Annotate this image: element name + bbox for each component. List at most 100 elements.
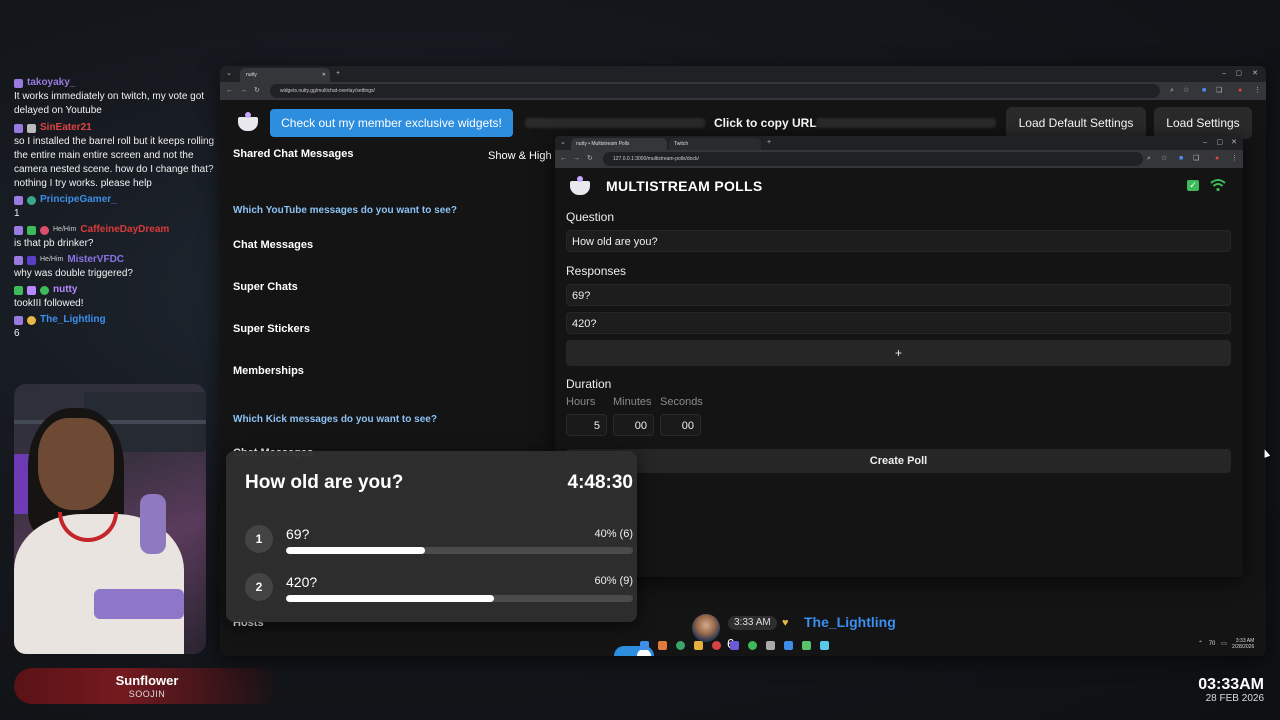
tray-chevron-icon[interactable]: ⌃ <box>1198 641 1203 647</box>
tab-title: Twitch <box>674 141 689 147</box>
extension-icon[interactable]: ■ <box>1202 87 1206 95</box>
vscode-icon[interactable] <box>784 641 793 650</box>
address-bar[interactable]: widgets.nutty.gg/multichat-overlay/setti… <box>270 84 1160 98</box>
app-icon[interactable] <box>712 641 721 650</box>
tab-title: nutty <box>246 72 257 78</box>
response-input-2[interactable]: 420? <box>566 312 1231 334</box>
browser-toolbar: ← → ↻ widgets.nutty.gg/multichat-overlay… <box>220 82 1266 100</box>
minutes-label: Minutes <box>613 396 652 408</box>
extensions-icon[interactable]: ❏ <box>1193 155 1199 163</box>
bookmark-star-icon[interactable]: ☆ <box>1183 87 1189 95</box>
taskbar-date: 2/28/2026 <box>1232 644 1255 650</box>
forward-icon[interactable]: → <box>573 155 580 163</box>
poll-question: How old are you? <box>245 472 404 493</box>
clock-time: 03:33AM <box>1198 676 1264 693</box>
mic-badge-icon <box>27 285 36 295</box>
heart-badge-icon <box>27 315 36 325</box>
minimize-icon[interactable]: – <box>1203 139 1207 147</box>
app-icon[interactable] <box>730 641 739 650</box>
new-tab-icon[interactable]: + <box>767 139 771 147</box>
seconds-input[interactable]: 00 <box>660 414 701 436</box>
zoom-icon[interactable]: ⌕ <box>1170 87 1174 95</box>
stream-chat: takoyaky_ It works immediately on twitch… <box>14 76 220 343</box>
blurred-url <box>816 118 996 128</box>
tab-strip: ⌄ nutty • Multistream Polls Twitch + – ▢… <box>555 136 1243 150</box>
maximize-icon[interactable]: ▢ <box>1216 139 1223 147</box>
close-window-icon[interactable]: ✕ <box>1252 70 1258 78</box>
app-icon[interactable] <box>658 641 667 650</box>
tray-display-icon[interactable]: ▭ <box>1221 641 1227 647</box>
tab-nutty[interactable]: nutty ✕ <box>240 68 330 82</box>
mouse-cursor <box>1261 448 1271 458</box>
badge-icon <box>27 255 36 265</box>
app-icon[interactable] <box>820 641 829 650</box>
twitch-badge-icon <box>14 315 23 325</box>
zoom-icon[interactable]: ⌕ <box>1147 155 1151 163</box>
address-bar[interactable]: 127.0.0.1:3000/multistream-polls/dock/ <box>603 152 1143 166</box>
poll-overlay: How old are you? 4:48:30 1 69? 40% (6) 2… <box>226 451 637 622</box>
chat-username: nutty <box>53 284 78 295</box>
chat-text: It works immediately on twitch, my vote … <box>14 91 205 116</box>
chat-username: CaffeineDayDream <box>80 224 170 235</box>
chat-message: takoyaky_ It works immediately on twitch… <box>14 76 220 118</box>
member-widgets-button[interactable]: Check out my member exclusive widgets! <box>270 109 513 137</box>
reload-icon[interactable]: ↻ <box>254 87 260 95</box>
chat-message: nutty tookIII followed! <box>14 283 220 311</box>
menu-icon[interactable]: ⋮ <box>1254 87 1261 95</box>
nutty-logo-icon <box>238 112 258 131</box>
tab-title: nutty • Multistream Polls <box>576 141 630 147</box>
folder-icon[interactable] <box>694 641 703 650</box>
kick-badge-icon <box>14 285 23 295</box>
tab-twitch[interactable]: Twitch <box>669 138 761 150</box>
chat-text: 6 <box>14 328 20 339</box>
pronoun-tag: He/Him <box>53 226 77 233</box>
hours-input[interactable]: 5 <box>566 414 607 436</box>
forward-icon[interactable]: → <box>240 87 247 95</box>
new-tab-icon[interactable]: + <box>336 70 340 78</box>
maximize-icon[interactable]: ▢ <box>1235 70 1242 78</box>
profile-icon[interactable]: ● <box>1215 155 1219 163</box>
taskbar-apps <box>640 640 860 652</box>
profile-icon[interactable]: ● <box>1238 87 1242 95</box>
create-poll-button[interactable]: Create Poll <box>566 449 1231 473</box>
chat-text: is that pb drinker? <box>14 238 94 249</box>
response-input-1[interactable]: 69? <box>566 284 1231 306</box>
reload-icon[interactable]: ↻ <box>587 155 593 163</box>
question-input[interactable]: How old are you? <box>566 230 1231 252</box>
app-icon[interactable] <box>802 641 811 650</box>
load-settings-button[interactable]: Load Settings <box>1154 107 1252 139</box>
extension-icon[interactable]: ■ <box>1179 155 1183 163</box>
close-icon[interactable]: ✕ <box>322 72 326 78</box>
tab-menu-icon[interactable]: ⌄ <box>226 70 232 78</box>
heart-badge-icon: ♥ <box>782 617 789 629</box>
app-icon[interactable] <box>766 641 775 650</box>
clock-date: 28 FEB 2026 <box>1205 693 1264 704</box>
chat-text: so I installed the barrel roll but it ke… <box>14 136 215 189</box>
back-icon[interactable]: ← <box>560 155 567 163</box>
back-icon[interactable]: ← <box>226 87 233 95</box>
minutes-input[interactable]: 00 <box>613 414 654 436</box>
load-default-settings-button[interactable]: Load Default Settings <box>1006 107 1146 139</box>
question-label: Question <box>566 210 615 224</box>
webcam-feed <box>14 384 206 654</box>
close-window-icon[interactable]: ✕ <box>1231 139 1237 147</box>
start-icon[interactable] <box>640 641 649 650</box>
chrome-icon[interactable] <box>676 641 685 650</box>
tab-menu-icon[interactable]: ⌄ <box>560 139 566 147</box>
minimize-icon[interactable]: – <box>1222 70 1226 78</box>
bookmark-star-icon[interactable]: ☆ <box>1161 155 1167 163</box>
spotify-icon[interactable] <box>748 641 757 650</box>
song-title: Sunflower <box>115 673 179 688</box>
add-response-button[interactable]: + <box>566 340 1231 366</box>
menu-icon[interactable]: ⋮ <box>1231 155 1238 163</box>
copy-url-button[interactable]: Click to copy URL <box>714 116 817 130</box>
option-progress-track <box>286 595 633 602</box>
polls-browser-window: ⌄ nutty • Multistream Polls Twitch + – ▢… <box>555 136 1243 577</box>
extensions-icon[interactable]: ❏ <box>1216 87 1222 95</box>
chat-message: PrincipeGamer_ 1 <box>14 193 220 221</box>
option-progress-track <box>286 547 633 554</box>
option-number: 1 <box>245 525 273 553</box>
tab-multistream-polls[interactable]: nutty • Multistream Polls <box>571 138 667 150</box>
message-username: The_Lightling <box>804 614 896 630</box>
taskbar-temp: 70 <box>1208 641 1216 647</box>
